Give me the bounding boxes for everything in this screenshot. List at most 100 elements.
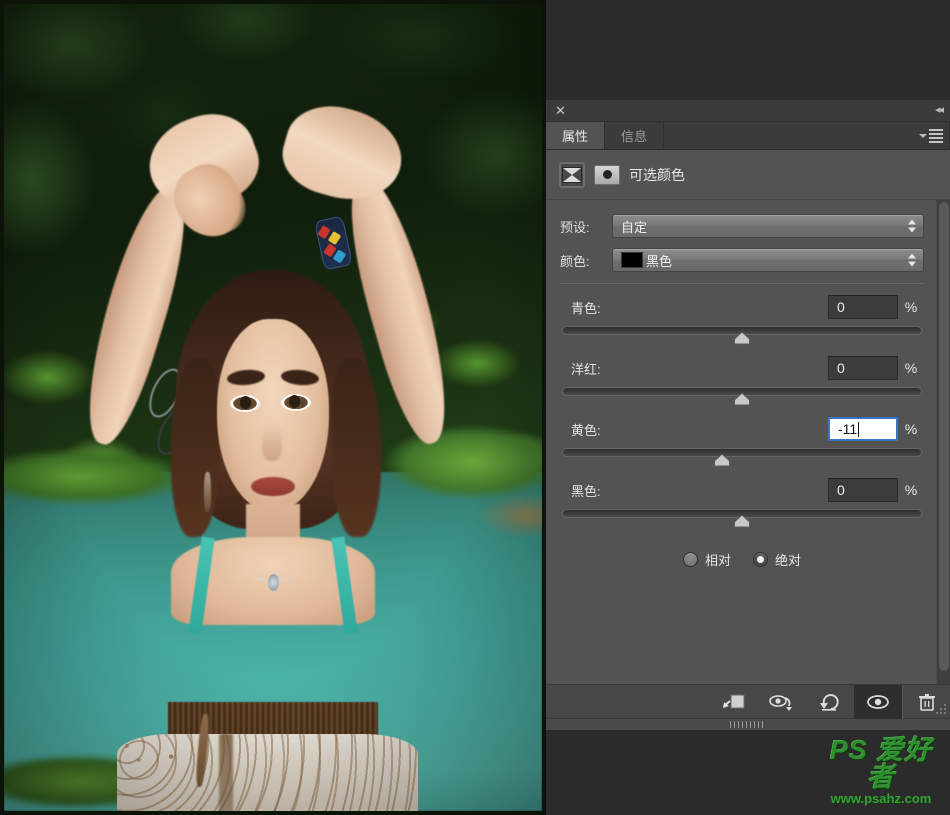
drag-handle-lines-icon <box>730 721 766 728</box>
mask-dot-icon <box>602 170 612 179</box>
slider-group-cyan: 青色: 0 % <box>560 295 924 345</box>
woman-figure <box>4 4 542 811</box>
hair-strand-right <box>332 359 381 537</box>
magenta-slider[interactable] <box>560 385 924 406</box>
right-forearm <box>273 94 413 213</box>
panel-content: 预设: 自定 颜色: 黑色 青色: 0 % 洋红: 0 % 黄色: -11 % … <box>546 200 950 569</box>
slider-group-black: 黑色: 0 % <box>560 478 924 528</box>
nose <box>262 423 282 461</box>
magenta-row: 洋红: 0 % <box>560 356 924 380</box>
yellow-slider[interactable] <box>560 446 924 467</box>
hair-strand-left <box>170 359 220 537</box>
resize-grip-icon[interactable] <box>935 704 947 716</box>
photograph <box>4 4 542 811</box>
radio-relative-label: 相对 <box>704 553 731 568</box>
radio-relative-button[interactable] <box>682 552 698 567</box>
preset-row: 预设: 自定 <box>560 214 924 238</box>
panel-titlebar: ✕ ◂◂ <box>546 100 950 122</box>
radio-absolute-label: 绝对 <box>775 553 802 568</box>
cyan-slider-thumb[interactable] <box>734 332 751 345</box>
cyan-unit: % <box>904 299 918 315</box>
watermark: PS 爱好者 www.psahz.com <box>820 735 942 806</box>
clip-to-layer-button[interactable] <box>710 685 758 719</box>
colors-label: 颜色: <box>560 253 590 269</box>
selective-color-icon[interactable] <box>559 161 585 188</box>
close-icon[interactable]: ✕ <box>554 104 567 117</box>
magenta-label: 洋红: <box>571 361 601 377</box>
lips <box>251 476 295 497</box>
color-swatch <box>621 252 643 268</box>
black-slider-thumb[interactable] <box>734 515 751 528</box>
tab-properties-label: 属性 <box>562 129 589 144</box>
adjustment-header: 可选颜色 <box>546 150 950 200</box>
watermark-url: www.psahz.com <box>830 791 932 806</box>
magenta-value-input[interactable]: 0 <box>828 356 898 380</box>
yellow-slider-track[interactable] <box>562 448 922 457</box>
cyan-row: 青色: 0 % <box>560 295 924 319</box>
panel-body: 预设: 自定 颜色: 黑色 青色: 0 % 洋红: 0 % 黄色: -11 % … <box>546 200 950 684</box>
reset-button[interactable] <box>806 685 854 719</box>
adjustment-title: 可选颜色 <box>629 166 685 183</box>
hamburger-icon <box>929 129 943 143</box>
preset-value: 自定 <box>621 219 648 235</box>
preset-dropdown[interactable]: 自定 <box>612 214 924 238</box>
earring <box>204 472 211 513</box>
tab-info-label: 信息 <box>621 129 648 144</box>
yellow-row: 黄色: -11 % <box>560 417 924 441</box>
yellow-value-input[interactable]: -11 <box>828 417 898 441</box>
black-slider[interactable] <box>560 507 924 528</box>
slider-group-yellow: 黄色: -11 % <box>560 417 924 467</box>
cyan-value-input[interactable]: 0 <box>828 295 898 319</box>
panel-tabbar: 属性 信息 <box>546 122 950 150</box>
beaded-bracelet <box>313 215 353 271</box>
slider-group-magenta: 洋红: 0 % <box>560 356 924 406</box>
workspace-background: ✕ ◂◂ 属性 信息 可选颜色 预设: 自定 颜色: 黑色 青色: 0 % 洋红… <box>546 0 950 815</box>
tabbar-filler <box>664 122 950 149</box>
caret-down-icon <box>919 134 927 138</box>
colors-dropdown[interactable]: 黑色 <box>612 248 924 272</box>
yellow-label: 黄色: <box>571 422 601 438</box>
colors-row: 颜色: 黑色 <box>560 248 924 272</box>
image-canvas[interactable] <box>0 0 546 815</box>
tab-info[interactable]: 信息 <box>605 122 665 149</box>
yellow-unit: % <box>904 421 918 437</box>
layer-mask-thumbnail[interactable] <box>594 164 620 185</box>
photoshop-screen: ✕ ◂◂ 属性 信息 可选颜色 预设: 自定 颜色: 黑色 青色: 0 % 洋红… <box>0 0 950 815</box>
black-value: 0 <box>837 482 845 498</box>
toggle-visibility-button[interactable] <box>854 684 902 719</box>
panel-scrollbar[interactable] <box>936 200 950 684</box>
cyan-value: 0 <box>837 299 845 315</box>
cyan-slider[interactable] <box>560 324 924 345</box>
yellow-slider-thumb[interactable] <box>713 454 730 467</box>
radio-absolute[interactable]: 绝对 <box>753 550 801 569</box>
method-radio-group: 相对 绝对 <box>560 550 924 569</box>
magenta-unit: % <box>904 360 918 376</box>
black-label: 黑色: <box>571 483 601 499</box>
scrollbar-thumb[interactable] <box>939 202 949 672</box>
colors-value: 黑色 <box>646 253 673 269</box>
dress-skirt <box>116 734 419 811</box>
radio-relative[interactable]: 相对 <box>682 550 731 569</box>
colors-spinner-icon <box>908 253 916 267</box>
collapse-chevrons-icon[interactable]: ◂◂ <box>935 105 944 116</box>
watermark-title: PS 爱好者 <box>829 735 933 792</box>
skirt-fold <box>219 734 233 811</box>
black-row: 黑色: 0 % <box>560 478 924 502</box>
cyan-label: 青色: <box>571 300 601 316</box>
panel-footer-toolbar <box>546 684 950 719</box>
panel-menu-icon[interactable] <box>919 129 943 143</box>
magenta-slider-thumb[interactable] <box>734 393 751 406</box>
preset-label: 预设: <box>560 219 590 235</box>
text-cursor <box>858 421 860 437</box>
yellow-value: -11 <box>838 421 858 437</box>
black-value-input[interactable]: 0 <box>828 478 898 502</box>
black-unit: % <box>904 482 918 498</box>
preset-spinner-icon <box>908 219 916 233</box>
magenta-value: 0 <box>837 360 845 376</box>
left-pupil <box>239 396 251 410</box>
panel-drag-handle[interactable] <box>546 718 950 730</box>
view-previous-state-button[interactable] <box>758 685 806 719</box>
tab-properties[interactable]: 属性 <box>546 122 606 149</box>
section-divider <box>560 283 924 284</box>
radio-absolute-button[interactable] <box>753 552 768 567</box>
